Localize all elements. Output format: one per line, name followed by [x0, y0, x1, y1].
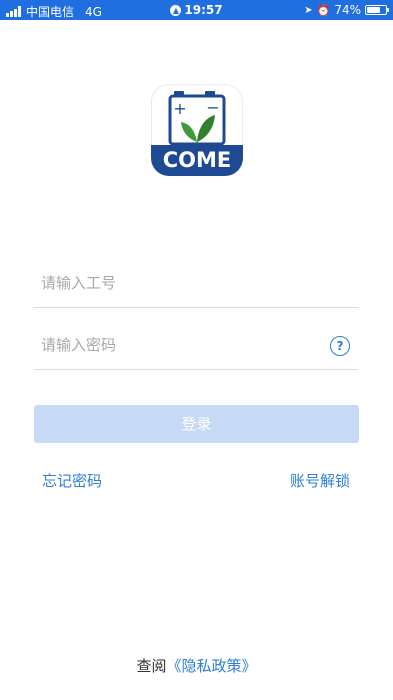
- orientation-lock-icon: ▲: [170, 5, 182, 16]
- minus-sign: −: [206, 98, 219, 117]
- unlock-account-link[interactable]: 账号解锁: [290, 470, 350, 491]
- plus-sign: +: [173, 99, 186, 118]
- login-button[interactable]: 登录: [34, 405, 359, 443]
- status-time: 19:57: [184, 3, 223, 17]
- password-field-container: ?: [34, 325, 358, 370]
- battery-icon: [365, 5, 389, 15]
- battery-fill: [367, 7, 381, 13]
- forgot-password-link[interactable]: 忘记密码: [42, 470, 102, 491]
- password-input[interactable]: [34, 325, 321, 365]
- privacy-footer: 查阅《隐私政策》: [0, 655, 393, 676]
- app-logo: + − COME: [151, 84, 243, 176]
- status-right: ➤ ⏰ 74%: [304, 3, 389, 17]
- battery-graphic: + −: [168, 91, 226, 146]
- username-field-container: [34, 263, 358, 308]
- location-icon: ➤: [304, 4, 313, 16]
- privacy-prefix: 查阅: [136, 657, 167, 675]
- alarm-icon: ⏰: [316, 3, 331, 17]
- battery-percent: 74%: [334, 3, 361, 17]
- logo-text: COME: [163, 148, 232, 172]
- privacy-policy-link[interactable]: 《隐私政策》: [167, 657, 257, 675]
- status-bar: 中国电信 4G ▲ 19:57 ➤ ⏰ 74%: [0, 0, 393, 20]
- username-input[interactable]: [34, 263, 321, 303]
- help-icon[interactable]: ?: [330, 336, 350, 356]
